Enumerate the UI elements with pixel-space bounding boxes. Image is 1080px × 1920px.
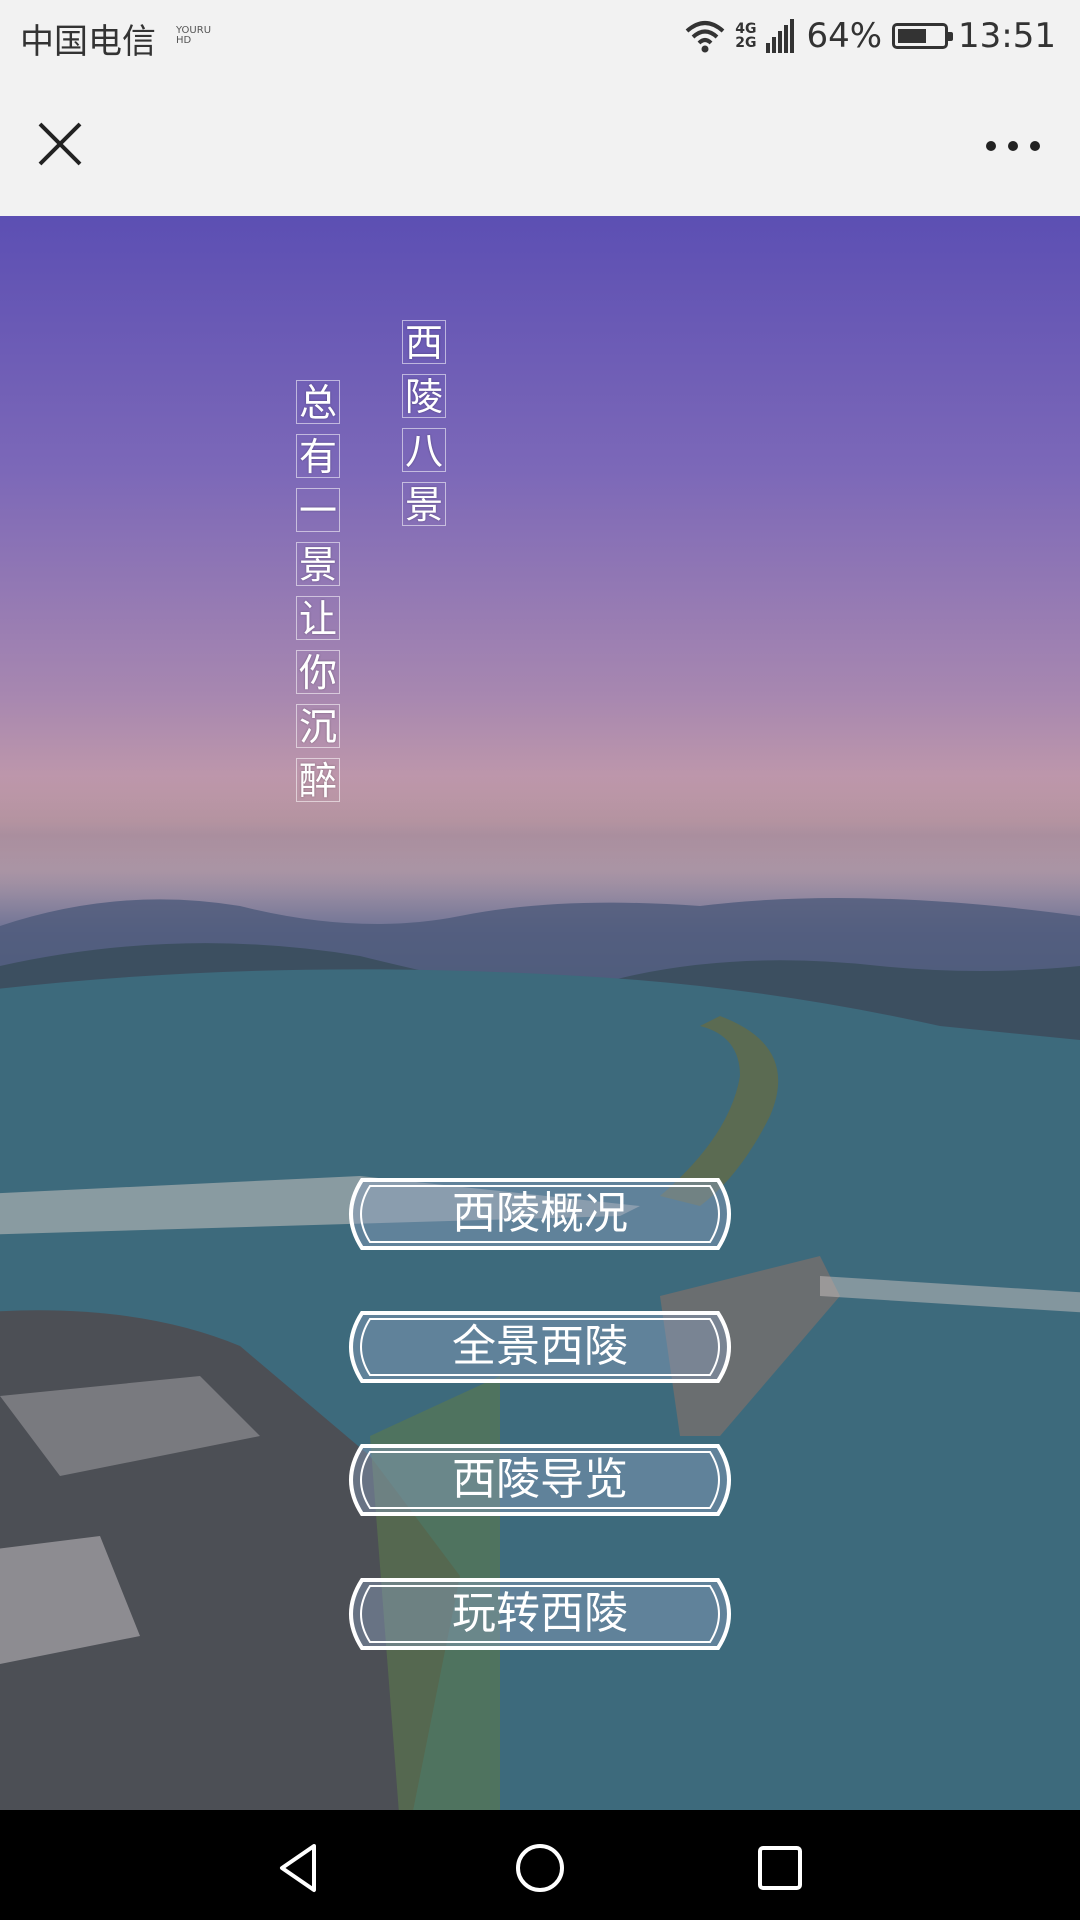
menu-button-explore[interactable]: 玩转西陵 <box>340 1576 740 1652</box>
clock: 13:51 <box>958 16 1056 56</box>
menu-button-label: 西陵导览 <box>452 1454 628 1505</box>
menu-button-guide[interactable]: 西陵导览 <box>340 1442 740 1518</box>
back-icon[interactable] <box>270 1838 330 1898</box>
subtitle-char: 你 <box>296 650 340 695</box>
network-type: 4G 2G <box>735 21 757 51</box>
carrier-label: 中国电信 <box>20 22 156 62</box>
battery-fill <box>898 29 927 43</box>
system-nav-bar <box>0 1810 1080 1920</box>
recents-icon[interactable] <box>750 1838 810 1898</box>
signal-icon <box>766 19 795 53</box>
subtitle-char: 让 <box>296 596 340 641</box>
subtitle-char: 总 <box>296 380 340 425</box>
subtitle-char: 有 <box>296 434 340 479</box>
wifi-icon <box>685 21 725 53</box>
status-bar: 中国电信 YOURU HD 4G 2G 64% 13:51 <box>0 0 1080 72</box>
menu-button-panorama[interactable]: 全景西陵 <box>340 1309 740 1385</box>
subtitle-char: 一 <box>296 488 340 533</box>
close-icon[interactable] <box>32 116 88 172</box>
title-vertical: 西 陵 八 景 <box>402 320 446 527</box>
title-char: 西 <box>402 320 446 365</box>
subtitle-char: 沉 <box>296 704 340 749</box>
title-bar <box>0 72 1080 216</box>
menu-button-overview[interactable]: 西陵概况 <box>340 1176 740 1252</box>
subtitle-char: 景 <box>296 542 340 587</box>
title-char: 八 <box>402 428 446 473</box>
battery-icon <box>892 23 954 49</box>
menu-button-label: 玩转西陵 <box>452 1588 628 1639</box>
subtitle-vertical: 总 有 一 景 让 你 沉 醉 <box>296 380 340 803</box>
title-char: 陵 <box>402 374 446 419</box>
status-indicators: 4G 2G 64% 13:51 <box>685 12 1056 60</box>
subtitle-char: 醉 <box>296 758 340 803</box>
battery-percent: 64% <box>806 16 883 56</box>
hero-background: 西 陵 八 景 总 有 一 景 让 你 沉 醉 西陵概况 全景西陵 西陵导览 玩… <box>0 216 1080 1810</box>
home-icon[interactable] <box>510 1838 570 1898</box>
title-char: 景 <box>402 482 446 527</box>
hd-badge: YOURU HD <box>176 25 212 46</box>
menu-button-label: 西陵概况 <box>452 1188 628 1239</box>
menu-button-label: 全景西陵 <box>452 1321 628 1372</box>
more-icon[interactable] <box>978 116 1048 172</box>
